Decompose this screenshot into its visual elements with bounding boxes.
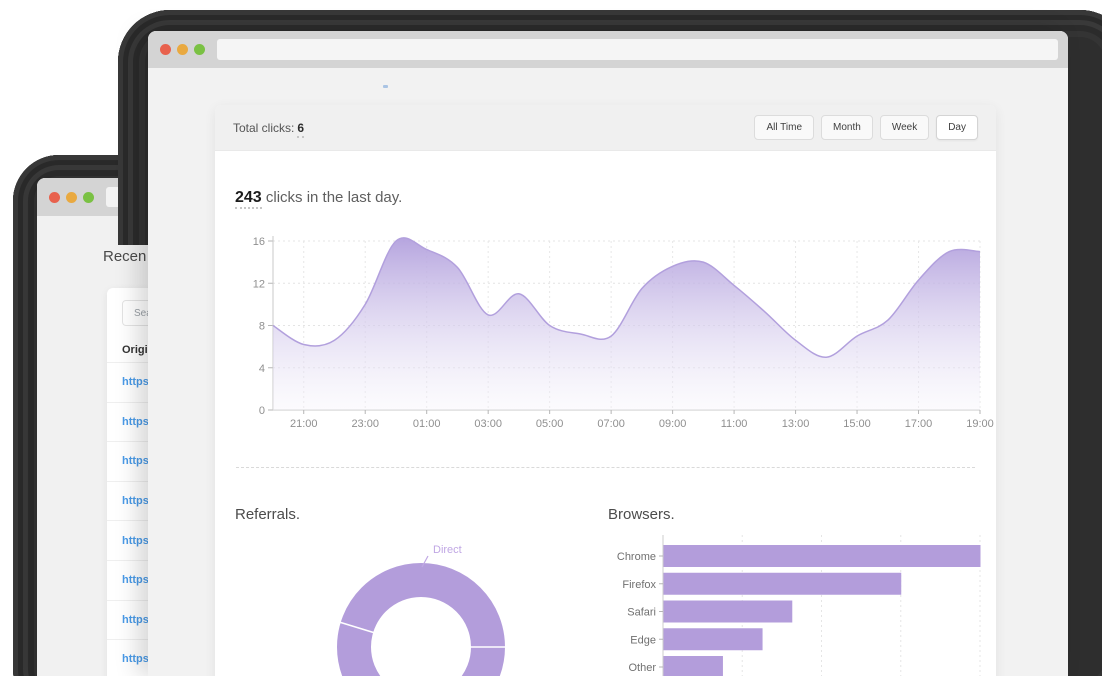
- svg-text:15:00: 15:00: [843, 418, 871, 430]
- back-traffic-lights: [49, 178, 94, 216]
- svg-text:12: 12: [253, 278, 265, 290]
- range-button-month[interactable]: Month: [821, 115, 873, 140]
- section-divider: [236, 467, 975, 468]
- recent-section-title: Recen: [103, 248, 146, 265]
- svg-text:01:00: 01:00: [413, 418, 441, 430]
- svg-text:Firefox: Firefox: [622, 579, 656, 591]
- svg-text:21:00: 21:00: [290, 418, 318, 430]
- clicks-area-chart: 0 4 8 12 16 21:00 23:00 01:00 03:00 05:00 07:00 09:…: [229, 230, 995, 435]
- zoom-window-button[interactable]: [83, 192, 94, 203]
- range-button-day[interactable]: Day: [936, 115, 978, 140]
- total-clicks-label: Total clicks:: [233, 121, 294, 135]
- favicon-speck: [383, 85, 388, 88]
- svg-text:13:00: 13:00: [782, 418, 810, 430]
- analytics-card-header: Total clicks:6 All Time Month Week Day: [215, 105, 996, 151]
- svg-text:Other: Other: [628, 662, 656, 674]
- front-browser-window: Total clicks:6 All Time Month Week Day 243 …: [148, 31, 1068, 676]
- zoom-window-button[interactable]: [194, 44, 205, 55]
- front-browser-toolbar: [148, 31, 1068, 68]
- analytics-card: Total clicks:6 All Time Month Week Day 243 …: [215, 105, 996, 676]
- svg-text:0: 0: [259, 405, 265, 417]
- close-window-button[interactable]: [49, 192, 60, 203]
- svg-text:19:00: 19:00: [966, 418, 994, 430]
- minimize-window-button[interactable]: [66, 192, 77, 203]
- browsers-title: Browsers.: [608, 506, 675, 523]
- front-traffic-lights: [160, 31, 205, 68]
- svg-text:4: 4: [259, 363, 265, 375]
- total-clicks-value: 6: [297, 121, 304, 138]
- svg-text:05:00: 05:00: [536, 418, 564, 430]
- close-window-button[interactable]: [160, 44, 171, 55]
- clicks-headline-text: clicks in the last day.: [262, 189, 403, 206]
- referrals-title: Referrals.: [235, 506, 300, 523]
- clicks-headline: 243 clicks in the last day.: [235, 189, 402, 207]
- svg-text:17:00: 17:00: [905, 418, 933, 430]
- svg-text:Chrome: Chrome: [617, 551, 656, 563]
- svg-text:03:00: 03:00: [474, 418, 502, 430]
- svg-text:07:00: 07:00: [597, 418, 625, 430]
- browsers-bar-chart: Chrome Firefox Safari Edge Other: [608, 535, 998, 676]
- url-bar[interactable]: [217, 39, 1058, 60]
- range-button-week[interactable]: Week: [880, 115, 929, 140]
- svg-text:Safari: Safari: [627, 607, 656, 619]
- svg-text:16: 16: [253, 236, 265, 248]
- range-buttons: All Time Month Week Day: [754, 115, 978, 140]
- svg-text:23:00: 23:00: [351, 418, 379, 430]
- svg-text:Edge: Edge: [630, 634, 656, 646]
- range-button-all-time[interactable]: All Time: [754, 115, 814, 140]
- clicks-count: 243: [235, 189, 262, 209]
- minimize-window-button[interactable]: [177, 44, 188, 55]
- desktop-stage: Recen Origin https:https:https:https:htt…: [0, 0, 1102, 676]
- svg-text:09:00: 09:00: [659, 418, 687, 430]
- svg-text:Direct: Direct: [433, 544, 462, 556]
- svg-text:11:00: 11:00: [721, 418, 748, 430]
- referrals-donut-chart: Direct: [241, 530, 621, 676]
- svg-text:8: 8: [259, 321, 265, 333]
- total-clicks: Total clicks:6: [233, 121, 304, 135]
